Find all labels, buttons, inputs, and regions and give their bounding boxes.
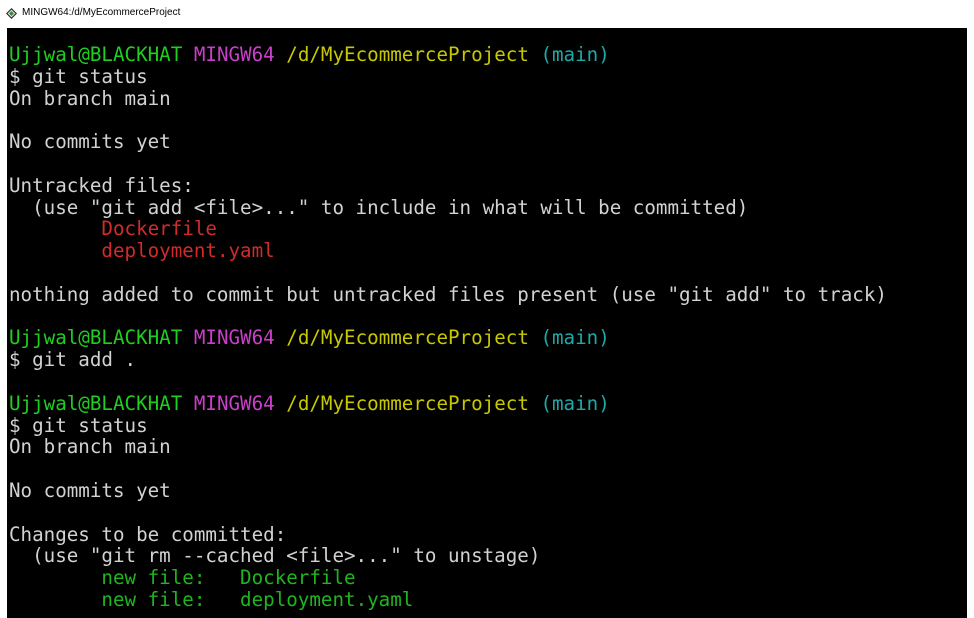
terminal-text-segment: On branch main bbox=[9, 435, 171, 459]
terminal-window: MINGW64:/d/MyEcommerceProject Ujjwal@BLA… bbox=[0, 0, 974, 618]
terminal-line: $ git add . bbox=[9, 349, 887, 371]
terminal-text-segment: No commits yet bbox=[9, 478, 171, 502]
terminal-line: deployment.yaml bbox=[9, 240, 887, 262]
terminal-line: (use "git add <file>..." to include in w… bbox=[9, 195, 887, 219]
terminal-text-segment: /d/MyEcommerceProject bbox=[286, 326, 529, 350]
terminal-line: Dockerfile bbox=[9, 218, 887, 240]
terminal-text-segment: nothing added to commit but untracked fi… bbox=[9, 282, 887, 306]
terminal-line: Ujjwal@BLACKHAT MINGW64 /d/MyEcommercePr… bbox=[9, 327, 887, 349]
terminal-line: On branch main bbox=[9, 86, 887, 110]
terminal-screen[interactable]: Ujjwal@BLACKHAT MINGW64 /d/MyEcommercePr… bbox=[7, 28, 967, 618]
terminal-line: Ujjwal@BLACKHAT MINGW64 /d/MyEcommercePr… bbox=[9, 391, 887, 415]
terminal-text-segment: MINGW64 bbox=[193, 391, 275, 415]
terminal-line: No commits yet bbox=[9, 131, 887, 153]
terminal-text-segment: Ujjwal@BLACKHAT bbox=[9, 43, 183, 66]
terminal-text-segment: On branch main bbox=[9, 86, 171, 110]
terminal-text-segment: new file: deployment.yaml bbox=[101, 587, 414, 611]
terminal-text-segment: /d/MyEcommerceProject bbox=[286, 43, 529, 66]
terminal-text-segment: Ujjwal@BLACKHAT bbox=[9, 391, 183, 415]
terminal-line: On branch main bbox=[9, 436, 887, 458]
title-bar[interactable]: MINGW64:/d/MyEcommerceProject bbox=[0, 0, 974, 28]
terminal-output: Ujjwal@BLACKHAT MINGW64 /d/MyEcommercePr… bbox=[9, 44, 887, 611]
terminal-text-segment: (main) bbox=[540, 391, 610, 415]
terminal-text-segment: new file: Dockerfile bbox=[101, 566, 356, 590]
terminal-line: No commits yet bbox=[9, 480, 887, 502]
terminal-line: Untracked files: bbox=[9, 173, 887, 197]
terminal-line: Changes to be committed: bbox=[9, 522, 887, 546]
terminal-text-segment: (main) bbox=[540, 326, 610, 350]
terminal-line: Ujjwal@BLACKHAT MINGW64 /d/MyEcommercePr… bbox=[9, 44, 887, 66]
terminal-text-segment: MINGW64 bbox=[193, 326, 275, 350]
terminal-line: nothing added to commit but untracked fi… bbox=[9, 282, 887, 306]
scrollbar[interactable] bbox=[967, 28, 974, 618]
git-bash-icon bbox=[6, 8, 17, 19]
terminal-line: (use "git rm --cached <file>..." to unst… bbox=[9, 545, 887, 567]
terminal-text-segment: $ git status bbox=[9, 413, 148, 437]
terminal-text-segment: deployment.yaml bbox=[101, 239, 275, 263]
terminal-line: $ git status bbox=[9, 413, 887, 437]
window-title: MINGW64:/d/MyEcommerceProject bbox=[22, 7, 181, 18]
terminal-text-segment: Untracked files: bbox=[9, 173, 194, 197]
terminal-text-segment: Ujjwal@BLACKHAT bbox=[9, 326, 183, 350]
terminal-text-segment: MINGW64 bbox=[193, 43, 275, 66]
terminal-line: new file: Dockerfile bbox=[9, 567, 887, 589]
terminal-text-segment: /d/MyEcommerceProject bbox=[286, 391, 529, 415]
terminal-line: $ git status bbox=[9, 64, 887, 88]
terminal-text-segment: (use "git rm --cached <file>..." to unst… bbox=[9, 544, 541, 568]
terminal-text-segment: $ git add . bbox=[9, 348, 137, 372]
terminal-text-segment: $ git status bbox=[9, 64, 148, 88]
terminal-text-segment: (use "git add <file>..." to include in w… bbox=[9, 195, 749, 219]
terminal-text-segment: No commits yet bbox=[9, 130, 171, 154]
terminal-text-segment: Dockerfile bbox=[101, 217, 217, 241]
terminal-text-segment: (main) bbox=[540, 43, 610, 66]
terminal-line: new file: deployment.yaml bbox=[9, 589, 887, 611]
terminal-text-segment: Changes to be committed: bbox=[9, 522, 287, 546]
